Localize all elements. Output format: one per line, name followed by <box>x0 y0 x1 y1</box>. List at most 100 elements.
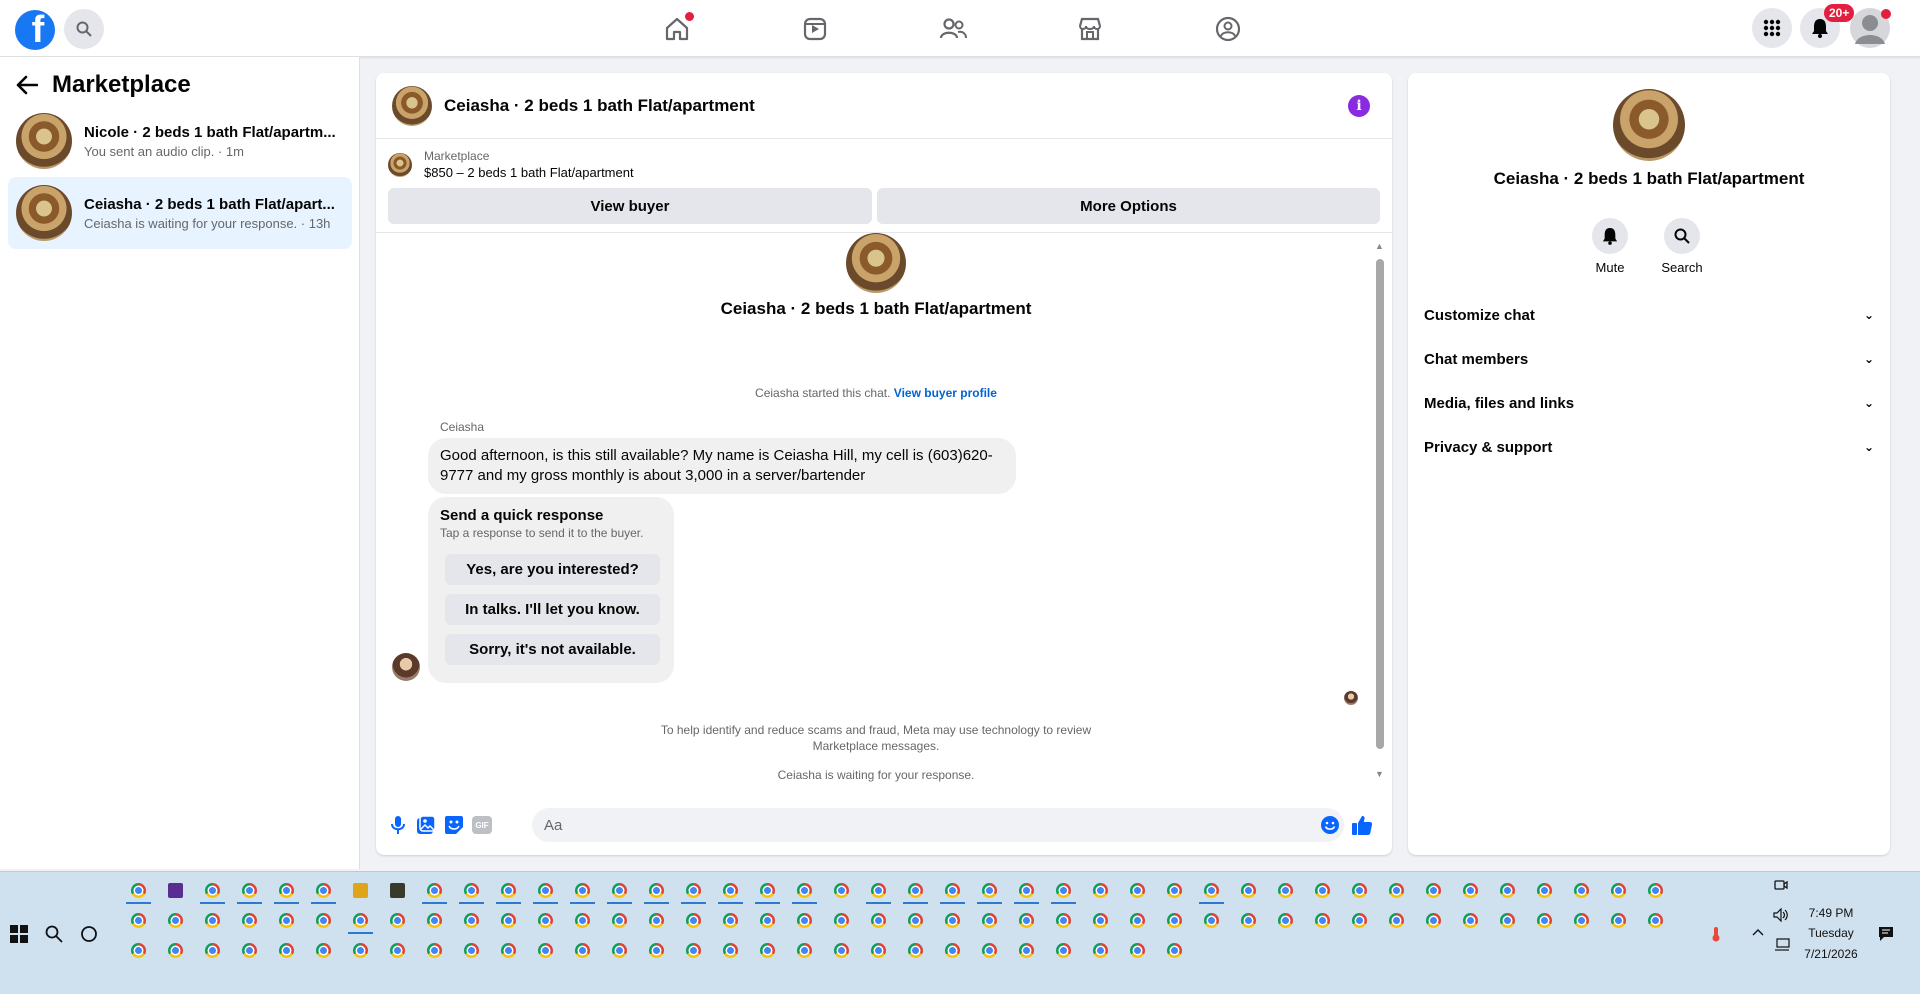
taskbar-app-icon[interactable] <box>1156 936 1193 964</box>
taskbar-app-icon[interactable] <box>1082 936 1119 964</box>
view-buyer-profile-link[interactable]: View buyer profile <box>894 386 997 400</box>
view-buyer-button[interactable]: View buyer <box>388 188 872 224</box>
taskbar-app-icon[interactable] <box>712 906 749 934</box>
taskbar-app-icon[interactable] <box>1008 936 1045 964</box>
taskbar-app-icon[interactable] <box>194 906 231 934</box>
taskbar-app-icon[interactable] <box>490 906 527 934</box>
taskbar-app-icon[interactable] <box>453 876 490 904</box>
taskbar-app-icon[interactable] <box>1193 876 1230 904</box>
taskbar-app-icon[interactable] <box>120 876 157 904</box>
taskbar-app-icon[interactable] <box>675 876 712 904</box>
taskbar-app-icon[interactable] <box>971 876 1008 904</box>
taskbar-app-icon[interactable] <box>194 876 231 904</box>
section-media-files-links[interactable]: Media, files and links ⌄ <box>1424 385 1874 421</box>
taskbar-app-icon[interactable] <box>231 876 268 904</box>
clock-time[interactable]: 7:49 PM <box>1776 906 1886 920</box>
conversation-item-nicole[interactable]: Nicole · 2 beds 1 bath Flat/apartm... Yo… <box>8 105 352 177</box>
taskbar-app-icon[interactable] <box>120 906 157 934</box>
taskbar-app-icon[interactable] <box>379 906 416 934</box>
taskbar-app-icon[interactable] <box>1600 906 1637 934</box>
taskbar-app-icon[interactable] <box>1637 876 1674 904</box>
taskbar-app-icon[interactable] <box>1119 936 1156 964</box>
taskbar-app-icon[interactable] <box>860 936 897 964</box>
chevron-up-icon[interactable] <box>1752 928 1764 936</box>
taskbar-app-icon[interactable] <box>527 906 564 934</box>
taskbar-app-icon[interactable] <box>675 936 712 964</box>
nav-friends[interactable] <box>937 13 969 45</box>
taskbar-app-icon[interactable] <box>305 906 342 934</box>
taskbar-app-icon[interactable] <box>1119 876 1156 904</box>
taskbar-app-icon[interactable] <box>1489 906 1526 934</box>
taskbar-app-icon[interactable] <box>120 936 157 964</box>
quick-reply-button[interactable]: Sorry, it's not available. <box>445 634 660 665</box>
taskbar-app-icon[interactable] <box>1267 876 1304 904</box>
taskbar-app-icon[interactable] <box>675 906 712 934</box>
taskbar-app-icon[interactable] <box>749 876 786 904</box>
taskbar-app-icon[interactable] <box>1156 906 1193 934</box>
taskbar-app-icon[interactable] <box>1082 876 1119 904</box>
taskbar-app-icon[interactable] <box>1452 906 1489 934</box>
taskbar-app-icon[interactable] <box>638 876 675 904</box>
taskbar-app-icon[interactable] <box>527 936 564 964</box>
chat-title[interactable]: Ceiasha · 2 beds 1 bath Flat/apartment <box>444 96 755 116</box>
search-button[interactable] <box>64 9 104 49</box>
taskbar-app-icon[interactable] <box>823 906 860 934</box>
taskbar-app-icon[interactable] <box>749 936 786 964</box>
taskbar-app-icon[interactable] <box>897 876 934 904</box>
section-chat-members[interactable]: Chat members ⌄ <box>1424 341 1874 377</box>
taskbar-app-icon[interactable] <box>305 876 342 904</box>
taskbar-app-icon[interactable] <box>860 876 897 904</box>
taskbar-app-icon[interactable] <box>1637 906 1674 934</box>
taskbar-app-icon[interactable] <box>1304 906 1341 934</box>
taskbar-app-icon[interactable] <box>1378 906 1415 934</box>
taskbar-app-icon[interactable] <box>453 906 490 934</box>
message-input[interactable] <box>532 808 1344 842</box>
clock-date[interactable]: 7/21/2026 <box>1776 947 1886 961</box>
taskbar-app-icon[interactable] <box>897 906 934 934</box>
buyer-avatar[interactable] <box>392 653 420 681</box>
taskbar-app-icon[interactable] <box>786 876 823 904</box>
emoji-button[interactable] <box>1318 813 1342 837</box>
taskbar-app-icon[interactable] <box>379 876 416 904</box>
taskbar-app-icon[interactable] <box>712 936 749 964</box>
taskbar-app-icon[interactable] <box>268 936 305 964</box>
taskbar-app-icon[interactable] <box>1489 876 1526 904</box>
taskbar-app-icon[interactable] <box>934 876 971 904</box>
taskbar-app-icon[interactable] <box>1119 906 1156 934</box>
taskbar-app-icon[interactable] <box>1452 876 1489 904</box>
taskbar-app-icon[interactable] <box>934 906 971 934</box>
menu-button[interactable] <box>1752 8 1792 48</box>
nav-watch[interactable] <box>799 13 831 45</box>
windows-start-icon[interactable] <box>10 925 28 943</box>
like-button[interactable] <box>1350 813 1374 837</box>
taskbar-app-icon[interactable] <box>268 906 305 934</box>
taskbar-app-icon[interactable] <box>601 906 638 934</box>
taskbar-app-icon[interactable] <box>527 876 564 904</box>
quick-reply-button[interactable]: Yes, are you interested? <box>445 554 660 585</box>
taskbar-app-icon[interactable] <box>1230 906 1267 934</box>
meet-now-icon[interactable] <box>1774 878 1788 892</box>
taskbar-app-icon[interactable] <box>1378 876 1415 904</box>
scroll-down-arrow[interactable]: ▼ <box>1375 769 1384 779</box>
section-privacy-support[interactable]: Privacy & support ⌄ <box>1424 429 1874 465</box>
taskbar-app-icon[interactable] <box>1045 906 1082 934</box>
taskbar-app-icon[interactable] <box>1082 906 1119 934</box>
taskbar-app-icon[interactable] <box>823 936 860 964</box>
taskbar-app-icon[interactable] <box>1341 876 1378 904</box>
taskbar-app-icon[interactable] <box>1415 906 1452 934</box>
task-view-icon[interactable] <box>80 925 98 943</box>
scroll-up-arrow[interactable]: ▲ <box>1375 241 1384 251</box>
taskbar-app-icon[interactable] <box>860 906 897 934</box>
mute-button[interactable]: Mute <box>1580 218 1640 275</box>
taskbar-app-icon[interactable] <box>157 906 194 934</box>
taskbar-app-icon[interactable] <box>416 936 453 964</box>
taskbar-app-icon[interactable] <box>379 936 416 964</box>
taskbar-app-icon[interactable] <box>712 876 749 904</box>
taskbar-app-icon[interactable] <box>1526 876 1563 904</box>
taskbar-app-icon[interactable] <box>1008 876 1045 904</box>
taskbar-app-icon[interactable] <box>1304 876 1341 904</box>
taskbar-app-icon[interactable] <box>490 876 527 904</box>
attach-photo-button[interactable] <box>414 813 438 837</box>
taskbar-app-icon[interactable] <box>1045 876 1082 904</box>
scrollbar-thumb[interactable] <box>1376 259 1384 749</box>
